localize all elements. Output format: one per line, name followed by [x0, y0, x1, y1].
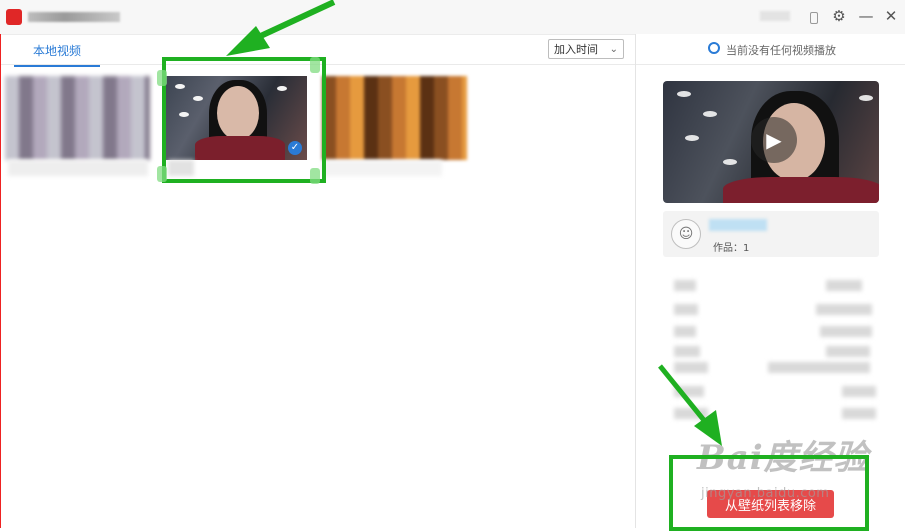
highlight-marker — [310, 168, 320, 184]
highlight-box-remove — [669, 455, 869, 531]
info-value-blurred — [842, 386, 876, 397]
app-logo — [6, 9, 22, 25]
info-value-blurred — [826, 346, 870, 357]
minimize-icon[interactable]: — — [856, 6, 876, 26]
chevron-down-icon: ⌄ — [609, 44, 618, 55]
info-label-blurred — [674, 280, 696, 291]
gear-icon[interactable]: ⚙ — [829, 6, 849, 26]
sort-select-value: 加入时间 — [554, 43, 598, 56]
info-label-blurred — [674, 408, 708, 419]
play-circle-icon — [708, 42, 720, 54]
highlight-marker — [310, 57, 320, 73]
info-label-blurred — [674, 386, 704, 397]
video-preview[interactable]: ▶ — [663, 81, 879, 203]
info-value-blurred — [816, 304, 872, 315]
author-name-blurred[interactable] — [709, 219, 767, 231]
info-value-blurred — [768, 362, 870, 373]
toggle-icon[interactable] — [810, 12, 818, 24]
window-edge — [0, 34, 1, 528]
info-label-blurred — [674, 304, 698, 315]
preview-panel: 当前没有任何视频播放 ▶ ☺ 作品：1 从壁纸列表移除 — [635, 34, 905, 528]
play-icon: ▶ — [766, 128, 782, 152]
sort-select[interactable]: 加入时间 ⌄ — [548, 39, 624, 59]
now-playing-status: 当前没有任何视频播放 — [708, 42, 836, 58]
highlight-marker — [157, 166, 167, 182]
app-title-blurred — [28, 12, 120, 22]
video-caption-blurred — [322, 160, 442, 176]
info-label-blurred — [674, 346, 700, 357]
video-thumbnail[interactable] — [5, 76, 150, 160]
close-icon[interactable]: ✕ — [881, 6, 901, 26]
info-value-blurred — [826, 280, 862, 291]
works-count: 作品：1 — [713, 243, 750, 254]
play-button[interactable]: ▶ — [751, 117, 797, 163]
info-label-blurred — [674, 326, 696, 337]
video-thumbnail[interactable] — [322, 76, 467, 160]
avatar[interactable]: ☺ — [671, 219, 701, 249]
user-info-blurred[interactable] — [760, 11, 790, 21]
highlight-marker — [157, 70, 167, 86]
title-bar: ⚙ — ✕ — [0, 0, 905, 35]
info-value-blurred — [820, 326, 872, 337]
info-value-blurred — [842, 408, 876, 419]
info-label-blurred — [674, 362, 708, 373]
divider — [636, 64, 905, 65]
video-caption-blurred — [8, 160, 148, 176]
highlight-box-thumbnail — [162, 57, 326, 183]
author-card: ☺ 作品：1 — [663, 211, 879, 257]
